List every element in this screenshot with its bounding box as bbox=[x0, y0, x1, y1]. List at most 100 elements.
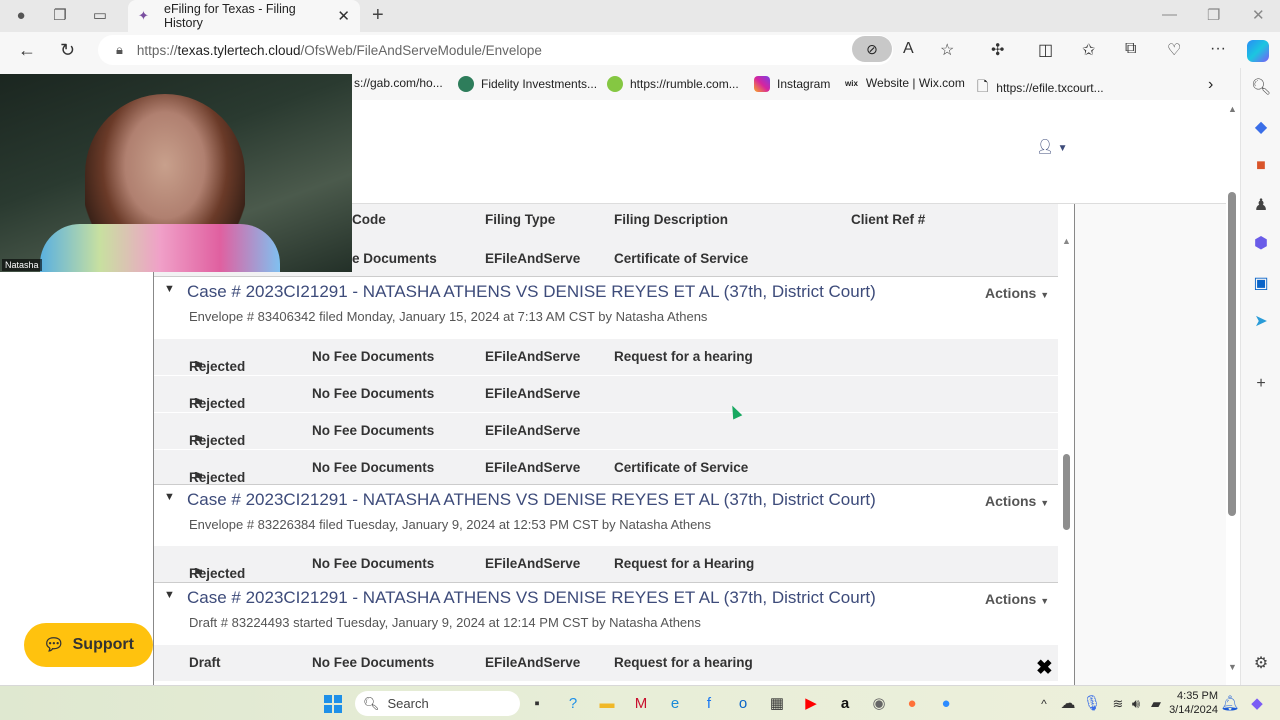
facebook-icon[interactable]: f bbox=[699, 694, 719, 714]
url-prefix: https:// bbox=[136, 42, 178, 58]
support-button[interactable]: 💬︎ Support bbox=[24, 623, 153, 667]
scroll-up-icon[interactable]: ▲ bbox=[1228, 104, 1237, 114]
column-client-ref: Client Ref # bbox=[851, 212, 926, 227]
camera-icon[interactable]: ◉ bbox=[869, 694, 889, 714]
profile-icon[interactable]: ● bbox=[11, 6, 31, 26]
volume-icon[interactable]: 🔊︎ bbox=[1126, 694, 1146, 714]
edge-icon[interactable]: e bbox=[665, 694, 685, 714]
scroll-up-icon[interactable]: ▲ bbox=[1062, 236, 1071, 246]
bookmark-rumble[interactable]: https://rumble.com... bbox=[607, 76, 739, 92]
tab-actions-icon[interactable]: ▭ bbox=[90, 6, 110, 26]
microphone-icon[interactable]: 🎙︎ bbox=[1082, 694, 1102, 714]
microsoft365-icon[interactable]: ⬢ bbox=[1251, 234, 1271, 254]
restore-icon[interactable]: ❐ bbox=[1207, 6, 1220, 24]
collapse-caret-icon[interactable]: ▼ bbox=[164, 589, 175, 601]
tyler-favicon-icon: ✦ bbox=[138, 8, 149, 23]
actions-dropdown[interactable]: Actions ▼ bbox=[985, 285, 1049, 301]
panel-scrollbar[interactable]: ▲ bbox=[1059, 204, 1074, 685]
read-aloud-icon[interactable]: A bbox=[903, 40, 914, 58]
copilot-icon[interactable] bbox=[1247, 40, 1269, 62]
fidelity-icon bbox=[458, 76, 474, 92]
close-tab-icon[interactable]: ✕ bbox=[337, 7, 350, 25]
panel-scroll-thumb[interactable] bbox=[1063, 454, 1070, 530]
mcafee-icon[interactable]: M bbox=[631, 694, 651, 714]
user-menu[interactable]: 👤︎ ▼ bbox=[1036, 138, 1068, 155]
refresh-icon[interactable]: ↻ bbox=[60, 40, 75, 61]
actions-dropdown[interactable]: Actions ▼ bbox=[985, 493, 1049, 509]
bookmark-label: s://gab.com/ho... bbox=[354, 76, 443, 90]
workspaces-icon[interactable]: ❐ bbox=[50, 6, 70, 26]
tab-title: eFiling for Texas - Filing History bbox=[164, 2, 296, 30]
back-icon[interactable]: ← bbox=[18, 40, 36, 61]
outlook-icon[interactable]: o bbox=[733, 694, 753, 714]
games-icon[interactable]: ♟ bbox=[1251, 196, 1271, 216]
copilot-taskbar-icon[interactable]: ◆ bbox=[1247, 694, 1267, 714]
page-scrollbar[interactable]: ▲ ▼ bbox=[1226, 100, 1240, 685]
url-field[interactable]: 🔒︎ https://texas.tylertech.cloud/OfsWeb/… bbox=[98, 35, 893, 65]
search-icon[interactable]: 🔍︎ bbox=[1251, 78, 1271, 98]
tools-icon[interactable]: ■ bbox=[1251, 156, 1271, 176]
favorites-icon[interactable]: ✩ bbox=[1082, 40, 1095, 60]
wifi-icon[interactable]: ≋ bbox=[1108, 694, 1128, 714]
bookmark-wix[interactable]: wix Website | Wix.com bbox=[845, 76, 965, 90]
more-bookmarks-icon[interactable]: › bbox=[1208, 76, 1213, 94]
taskbar-search[interactable]: 🔍︎ Search bbox=[355, 691, 520, 716]
column-filing-description: Filing Description bbox=[614, 212, 729, 227]
notification-bell-icon[interactable]: 🔔︎ bbox=[1220, 694, 1240, 714]
table-row[interactable]: Rejected ⚑ No Fee Documents EFileAndServe… bbox=[154, 339, 1058, 376]
favorite-star-icon[interactable]: ☆ bbox=[940, 40, 954, 60]
windows-start-icon[interactable] bbox=[324, 695, 342, 713]
bookmark-instagram[interactable]: Instagram bbox=[754, 76, 830, 92]
help-icon[interactable]: ? bbox=[563, 694, 583, 714]
drop-icon[interactable]: ➤ bbox=[1251, 312, 1271, 332]
firefox-icon[interactable]: ● bbox=[902, 694, 922, 714]
task-view-icon[interactable]: ▪ bbox=[527, 694, 547, 714]
browser-tab-active[interactable]: ✦ eFiling for Texas - Filing History ✕ bbox=[128, 0, 360, 32]
table-row[interactable]: Rejected ⚑ No Fee Documents EFileAndServe… bbox=[154, 450, 1058, 487]
table-row[interactable]: Rejected ⚑ No Fee Documents EFileAndServe bbox=[154, 413, 1058, 450]
case-title-link[interactable]: Case # 2023CI21291 - NATASHA ATHENS VS D… bbox=[187, 588, 876, 608]
battery-icon[interactable]: ▰ bbox=[1146, 694, 1166, 714]
delete-draft-icon[interactable]: ✖ bbox=[1036, 655, 1053, 680]
amazon-icon[interactable]: a bbox=[835, 694, 855, 714]
new-tab-icon[interactable]: + bbox=[372, 4, 384, 27]
user-icon: 👤︎ bbox=[1036, 138, 1054, 154]
bookmark-efile[interactable]: 🗋 https://efile.txcourt... bbox=[977, 76, 1104, 100]
scroll-down-icon[interactable]: ▼ bbox=[1228, 662, 1237, 672]
bookmark-fidelity[interactable]: Fidelity Investments... bbox=[458, 76, 597, 92]
system-clock[interactable]: 4:35 PM 3/14/2024 bbox=[1168, 689, 1218, 717]
onedrive-icon[interactable]: ☁ bbox=[1058, 694, 1078, 714]
envelope-subtitle: Envelope # 83406342 filed Monday, Januar… bbox=[189, 309, 708, 324]
collections-icon[interactable]: ⧉ bbox=[1125, 40, 1136, 58]
table-row[interactable]: Rejected ⚑ No Fee Documents EFileAndServe… bbox=[154, 546, 1058, 583]
show-hidden-icons[interactable]: ^ bbox=[1034, 694, 1054, 714]
case-title-link[interactable]: Case # 2023CI21291 - NATASHA ATHENS VS D… bbox=[187, 282, 876, 302]
youtube-icon[interactable]: ▶ bbox=[801, 694, 821, 714]
page-scroll-thumb[interactable] bbox=[1228, 192, 1236, 516]
more-menu-icon[interactable]: ··· bbox=[1210, 40, 1226, 58]
table-row[interactable]: Draft No Fee Documents EFileAndServe Req… bbox=[154, 645, 1058, 682]
case-title-link[interactable]: Case # 2023CI21291 - NATASHA ATHENS VS D… bbox=[187, 490, 876, 510]
collapse-caret-icon[interactable]: ▼ bbox=[164, 491, 175, 503]
shopping-tag-icon[interactable]: ◆ bbox=[1251, 118, 1271, 138]
bookmark-gab[interactable]: s://gab.com/ho... bbox=[354, 76, 443, 90]
instagram-icon bbox=[754, 76, 770, 92]
store-icon[interactable]: ▦ bbox=[767, 694, 787, 714]
zoom-icon[interactable]: ● bbox=[936, 694, 956, 714]
outlook-icon[interactable]: ▣ bbox=[1251, 274, 1271, 294]
file-explorer-icon[interactable]: ▬ bbox=[597, 694, 617, 714]
tracking-prevention-icon[interactable]: ⊘ bbox=[852, 36, 892, 62]
sidebar-settings-icon[interactable]: ⚙ bbox=[1251, 654, 1271, 674]
extensions-icon[interactable]: ✣ bbox=[991, 40, 1004, 60]
minimize-icon[interactable]: — bbox=[1162, 6, 1177, 23]
windows-taskbar: 🔍︎ Search ▪ ? ▬ M e f o ▦ ▶ a ◉ ● ● ^ ☁ … bbox=[0, 685, 1280, 720]
actions-dropdown[interactable]: Actions ▼ bbox=[985, 591, 1049, 607]
caret-down-icon: ▼ bbox=[1040, 498, 1050, 508]
split-screen-icon[interactable]: ◫ bbox=[1038, 40, 1053, 60]
browser-essentials-icon[interactable]: ♡ bbox=[1167, 40, 1181, 60]
table-row[interactable]: Rejected ⚑ No Fee Documents EFileAndServe bbox=[154, 376, 1058, 413]
collapse-caret-icon[interactable]: ▼ bbox=[164, 283, 175, 295]
add-sidebar-icon[interactable]: + bbox=[1251, 374, 1271, 394]
close-window-icon[interactable]: ✕ bbox=[1252, 6, 1265, 24]
cell-description: Certificate of Service bbox=[614, 460, 749, 475]
